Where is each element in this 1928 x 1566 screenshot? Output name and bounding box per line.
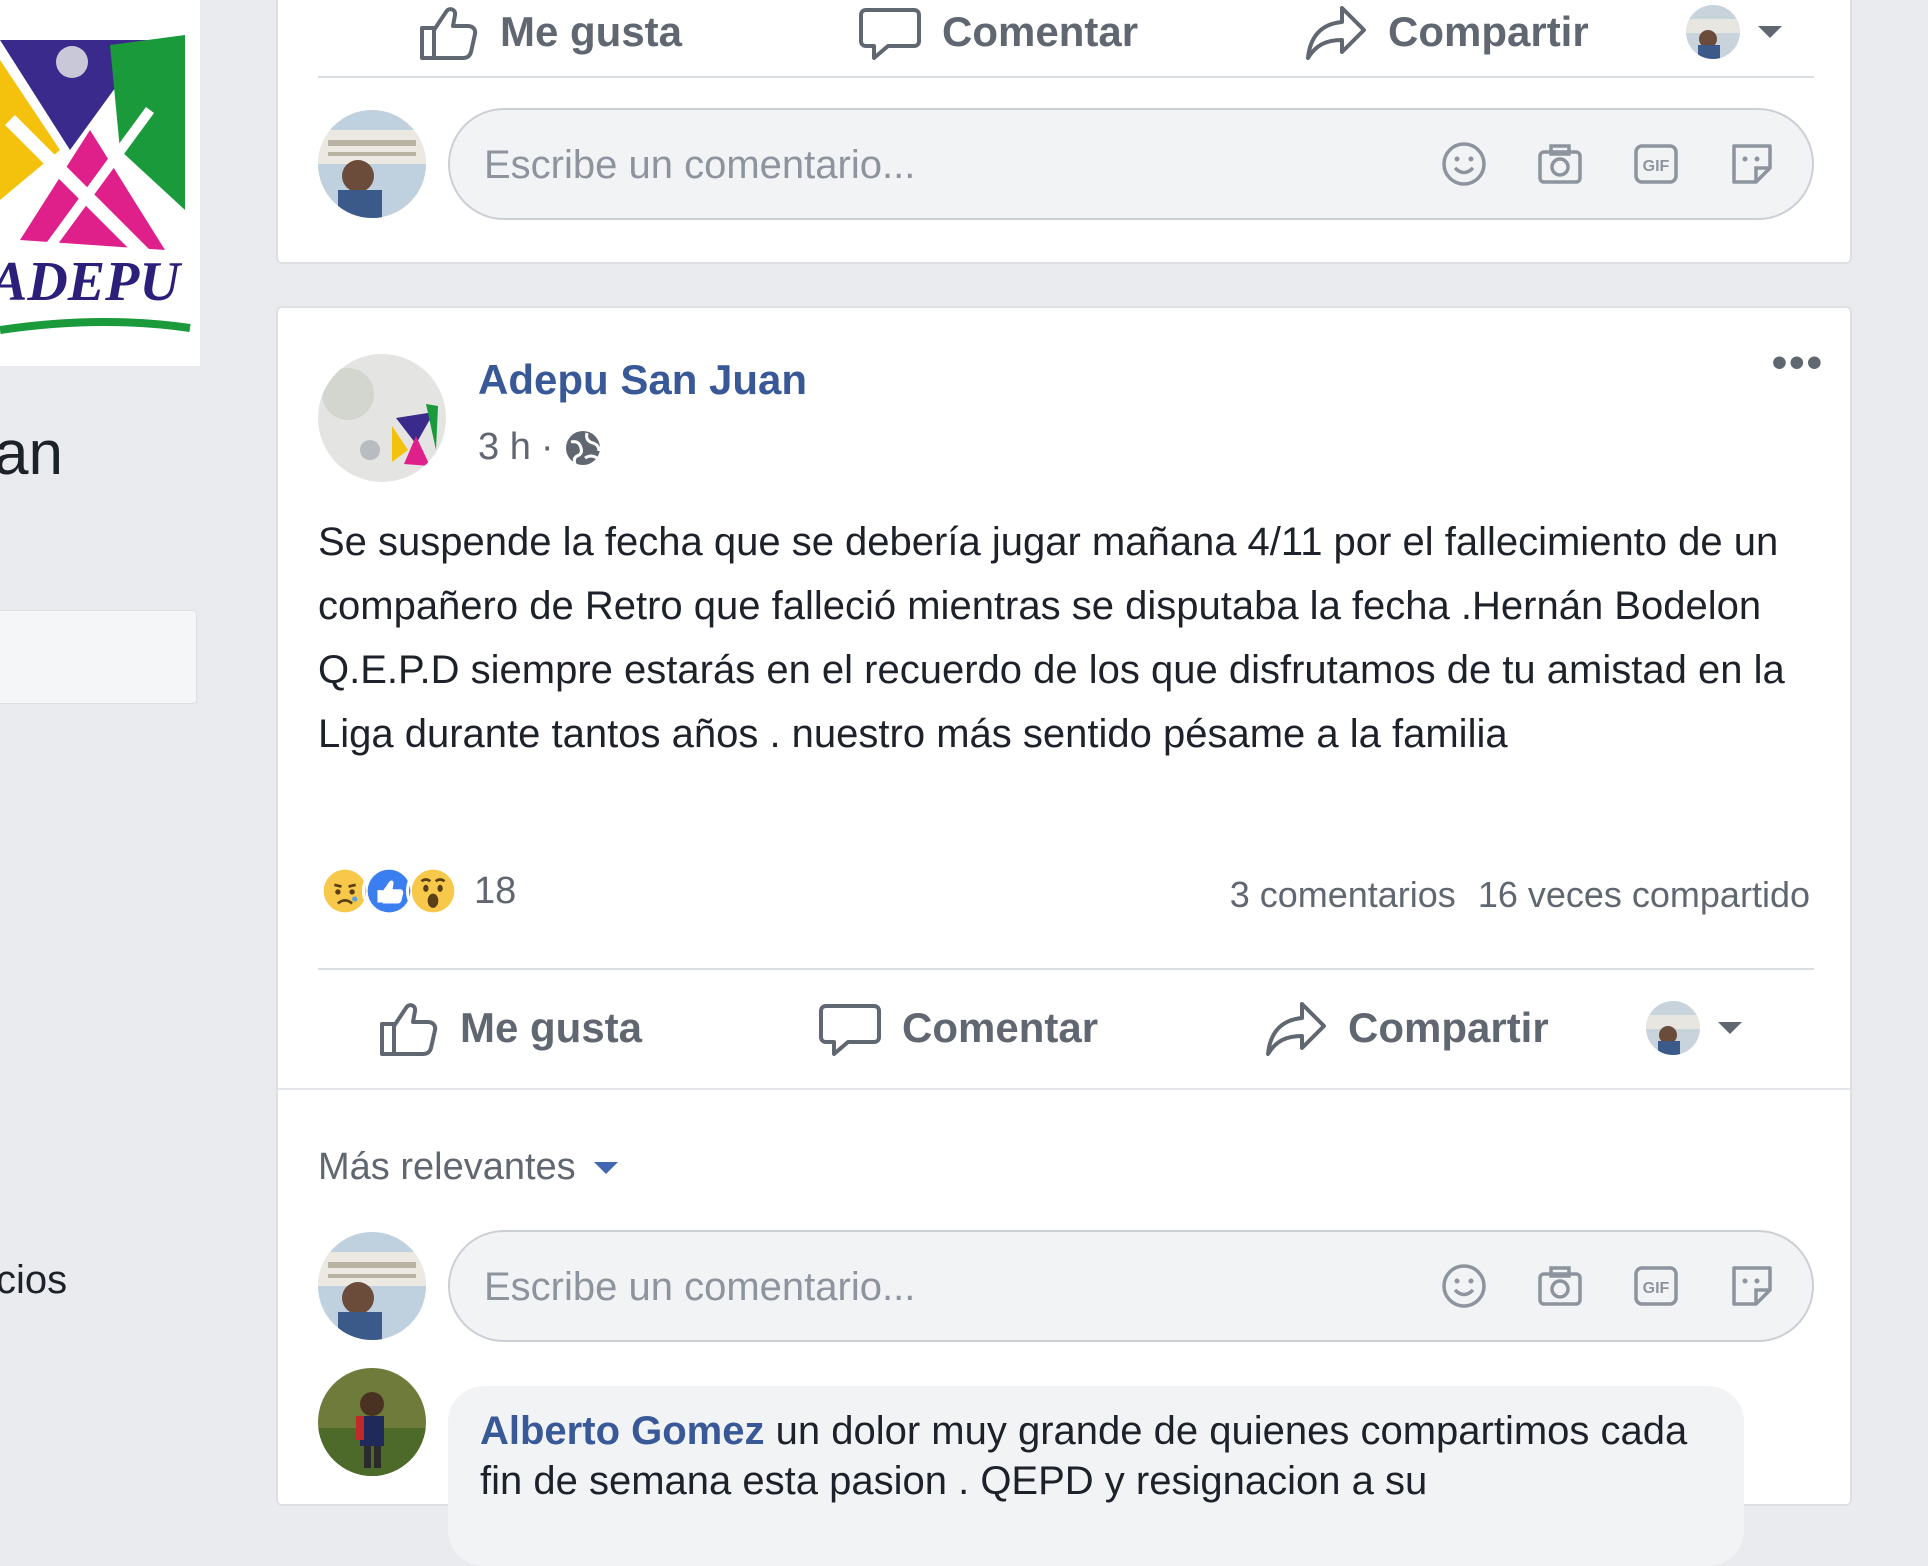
camera-icon[interactable] xyxy=(1534,138,1586,190)
engagement-counts: 3 comentarios 16 veces compartido xyxy=(1230,874,1810,916)
post-author-name[interactable]: Adepu San Juan xyxy=(478,356,807,404)
left-sidebar: ADEPU an cios xyxy=(0,0,232,1477)
comment-icon xyxy=(859,8,921,60)
more-options-icon[interactable]: ••• xyxy=(1772,341,1824,385)
comment-input[interactable] xyxy=(482,134,1386,196)
chevron-down-icon xyxy=(1718,1022,1742,1034)
like-label: Me gusta xyxy=(460,1004,643,1051)
gif-icon[interactable]: GIF xyxy=(1630,1260,1682,1312)
comment-input[interactable] xyxy=(482,1256,1386,1318)
comment-label: Comentar xyxy=(902,1004,1099,1051)
camera-icon[interactable] xyxy=(1534,1260,1586,1312)
chevron-down-icon xyxy=(593,1161,618,1174)
divider xyxy=(318,968,1814,970)
post-card: Adepu San Juan 3 h · ••• Se suspende la … xyxy=(276,306,1852,1566)
svg-text:GIF: GIF xyxy=(1643,1280,1670,1297)
commenter-avatar[interactable] xyxy=(318,1368,426,1476)
comment-author-name[interactable]: Alberto Gomez xyxy=(480,1409,764,1453)
gif-icon[interactable]: GIF xyxy=(1630,138,1682,190)
globe-icon[interactable] xyxy=(563,428,603,468)
comment-input-box[interactable]: GIF xyxy=(448,1230,1814,1342)
svg-text:GIF: GIF xyxy=(1643,158,1670,175)
share-button[interactable]: Compartir xyxy=(1264,996,1549,1060)
reactions-count[interactable]: 18 xyxy=(474,870,516,913)
wow-reaction-icon xyxy=(406,864,460,918)
sticker-icon[interactable] xyxy=(1726,138,1778,190)
comments-count-link[interactable]: 3 comentarios xyxy=(1230,874,1456,916)
previous-post-card: Me gusta Comentar Compartir GIF xyxy=(276,0,1852,264)
post-comment-composer: GIF xyxy=(318,1230,1814,1342)
sticker-icon[interactable] xyxy=(1726,1260,1778,1312)
shares-count-link[interactable]: 16 veces compartido xyxy=(1478,874,1810,916)
divider xyxy=(278,1088,1850,1090)
user-avatar xyxy=(1686,5,1740,59)
svg-text:ADEPU: ADEPU xyxy=(0,251,182,313)
share-arrow-icon xyxy=(1266,1002,1326,1056)
post-action-bar: Me gusta Comentar Compartir xyxy=(318,988,1814,1068)
comment-sort-dropdown[interactable]: Más relevantes xyxy=(318,1146,618,1189)
comment-input-tools: GIF xyxy=(1438,138,1778,190)
comment-label: Comentar xyxy=(942,8,1139,55)
share-button[interactable]: Compartir xyxy=(1304,0,1589,64)
thumbs-up-icon xyxy=(420,7,478,60)
comment-button[interactable]: Comentar xyxy=(818,996,1098,1060)
post-body-text: Se suspende la fecha que se debería juga… xyxy=(318,520,1785,756)
divider xyxy=(318,76,1814,78)
comment-icon xyxy=(819,1004,881,1056)
page-logo[interactable]: ADEPU xyxy=(0,0,200,366)
reactions-summary[interactable]: 18 xyxy=(318,864,516,918)
comment-input-box[interactable]: GIF xyxy=(448,108,1814,220)
share-arrow-icon xyxy=(1306,6,1366,60)
like-label: Me gusta xyxy=(500,8,683,55)
sidebar-item-services[interactable]: cios xyxy=(0,1258,67,1303)
like-button[interactable]: Me gusta xyxy=(376,996,642,1060)
emoji-icon[interactable] xyxy=(1438,1260,1490,1312)
user-avatar[interactable] xyxy=(318,110,426,218)
comment-button[interactable]: Comentar xyxy=(858,0,1138,64)
user-avatar[interactable] xyxy=(318,1232,426,1340)
previous-post-action-bar: Me gusta Comentar Compartir xyxy=(318,0,1814,72)
like-button[interactable]: Me gusta xyxy=(416,0,682,64)
comment-content: Alberto Gomez un dolor muy grande de qui… xyxy=(480,1406,1720,1506)
post-as-selector[interactable] xyxy=(1646,1001,1742,1055)
thumbs-up-icon xyxy=(380,1003,438,1056)
user-avatar xyxy=(1646,1001,1700,1055)
chevron-down-icon xyxy=(1758,26,1782,38)
page-avatar[interactable] xyxy=(318,354,446,482)
emoji-icon[interactable] xyxy=(1438,138,1490,190)
comment-bubble: Alberto Gomez un dolor muy grande de qui… xyxy=(448,1386,1744,1566)
sidebar-search-box[interactable] xyxy=(0,610,197,704)
post-timestamp[interactable]: 3 h xyxy=(478,426,531,469)
post-as-selector[interactable] xyxy=(1686,5,1782,59)
share-label: Compartir xyxy=(1348,1004,1549,1051)
page-name[interactable]: an xyxy=(0,418,63,489)
meta-separator: · xyxy=(540,426,554,468)
post-meta: 3 h · xyxy=(478,426,603,469)
comment-sort-label: Más relevantes xyxy=(318,1146,576,1188)
share-label: Compartir xyxy=(1388,8,1589,55)
previous-post-comment-composer: GIF xyxy=(318,108,1814,220)
comment-input-tools: GIF xyxy=(1438,1260,1778,1312)
